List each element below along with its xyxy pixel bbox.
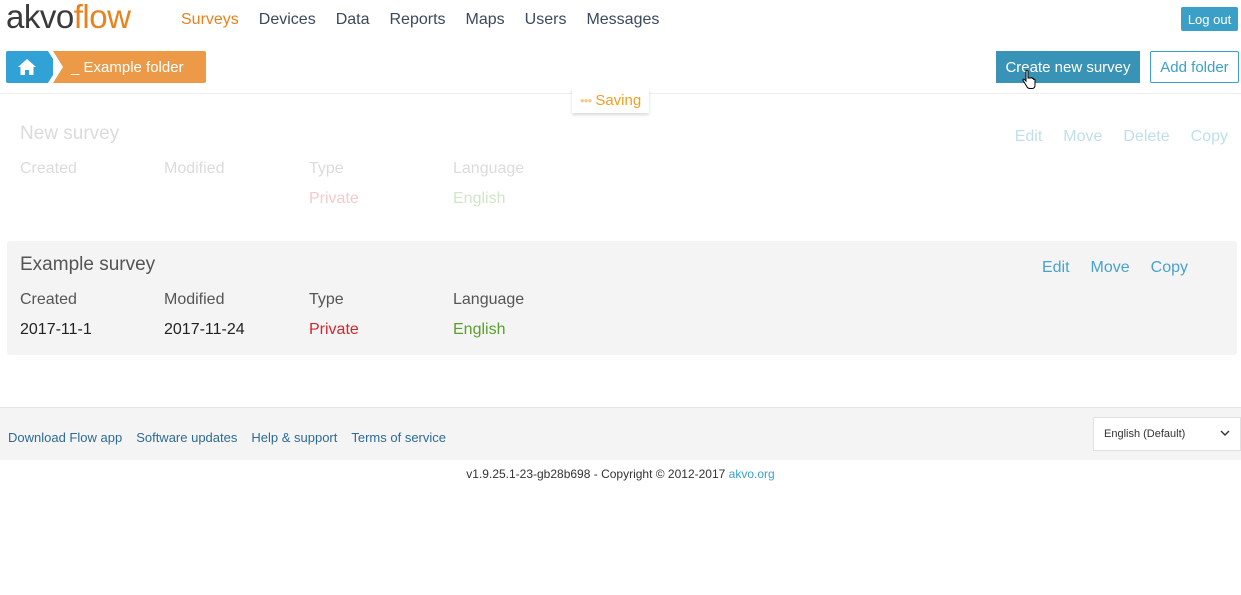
modified-label: Modified — [164, 291, 225, 308]
language-label: Language — [453, 160, 525, 177]
created-label: Created — [20, 160, 77, 177]
created-value: 2017-11-1 — [20, 321, 92, 338]
move-survey-link[interactable]: Move — [1063, 128, 1102, 146]
survey-actions: Edit Move Copy — [1021, 259, 1188, 277]
chevron-down-icon — [1220, 430, 1230, 436]
logo-akvo: akvo — [6, 0, 74, 35]
language-value: English — [453, 190, 506, 207]
copy-survey-link[interactable]: Copy — [1151, 259, 1188, 277]
nav-devices[interactable]: Devices — [259, 11, 316, 29]
download-flow-app-link[interactable]: Download Flow app — [8, 430, 122, 445]
logout-button[interactable]: Log out — [1181, 7, 1238, 31]
type-label: Type — [309, 160, 344, 177]
survey-title[interactable]: New survey — [20, 123, 119, 145]
language-select[interactable]: English (Default) — [1093, 417, 1241, 451]
survey-actions: Edit Move Delete Copy — [994, 128, 1228, 146]
saving-label: Saving — [595, 91, 642, 109]
created-label: Created — [20, 291, 77, 308]
akvo-org-link[interactable]: akvo.org — [729, 467, 775, 481]
nav-data[interactable]: Data — [336, 11, 370, 29]
spinner-icon: ●●● — [579, 95, 592, 105]
survey-card-example[interactable]: Example survey Edit Move Copy Created Mo… — [7, 241, 1237, 355]
edit-survey-link[interactable]: Edit — [1015, 128, 1043, 146]
main-nav: Surveys Devices Data Reports Maps Users … — [181, 11, 679, 29]
modified-label: Modified — [164, 160, 225, 177]
language-select-value: English (Default) — [1104, 428, 1186, 440]
language-value: English — [453, 321, 506, 338]
software-updates-link[interactable]: Software updates — [136, 430, 237, 445]
logo-flow: flow — [73, 0, 131, 35]
survey-title[interactable]: Example survey — [20, 254, 155, 276]
hand-cursor-icon — [1022, 70, 1036, 89]
delete-survey-link[interactable]: Delete — [1123, 128, 1169, 146]
move-survey-link[interactable]: Move — [1091, 259, 1130, 277]
create-new-survey-button[interactable]: Create new survey — [996, 51, 1140, 83]
edit-survey-link[interactable]: Edit — [1042, 259, 1070, 277]
home-icon — [18, 59, 36, 75]
modified-value: 2017-11-24 — [164, 321, 245, 338]
terms-of-service-link[interactable]: Terms of service — [351, 430, 446, 445]
copyright: v1.9.25.1-23-gb28b698 - Copyright © 2012… — [0, 467, 1241, 481]
nav-maps[interactable]: Maps — [466, 11, 505, 29]
footer: Download Flow app Software updates Help … — [0, 407, 1241, 460]
nav-users[interactable]: Users — [525, 11, 567, 29]
type-value: Private — [309, 190, 359, 207]
add-folder-button[interactable]: Add folder — [1150, 51, 1239, 83]
footer-links: Download Flow app Software updates Help … — [8, 430, 460, 445]
type-value: Private — [309, 321, 359, 338]
akvoflow-logo[interactable]: akvoflow — [6, 0, 131, 36]
nav-reports[interactable]: Reports — [390, 11, 446, 29]
nav-messages[interactable]: Messages — [586, 11, 659, 29]
survey-card-new[interactable]: New survey Edit Move Delete Copy Created… — [7, 110, 1237, 228]
breadcrumb-home[interactable] — [6, 51, 58, 83]
help-support-link[interactable]: Help & support — [251, 430, 337, 445]
nav-surveys[interactable]: Surveys — [181, 11, 239, 29]
breadcrumb-folder[interactable]: _ Example folder — [53, 51, 206, 83]
copyright-text: v1.9.25.1-23-gb28b698 - Copyright © 2012… — [466, 467, 726, 481]
top-nav-bar: akvoflow Surveys Devices Data Reports Ma… — [0, 0, 1241, 42]
type-label: Type — [309, 291, 344, 308]
language-label: Language — [453, 291, 525, 308]
copy-survey-link[interactable]: Copy — [1191, 128, 1228, 146]
